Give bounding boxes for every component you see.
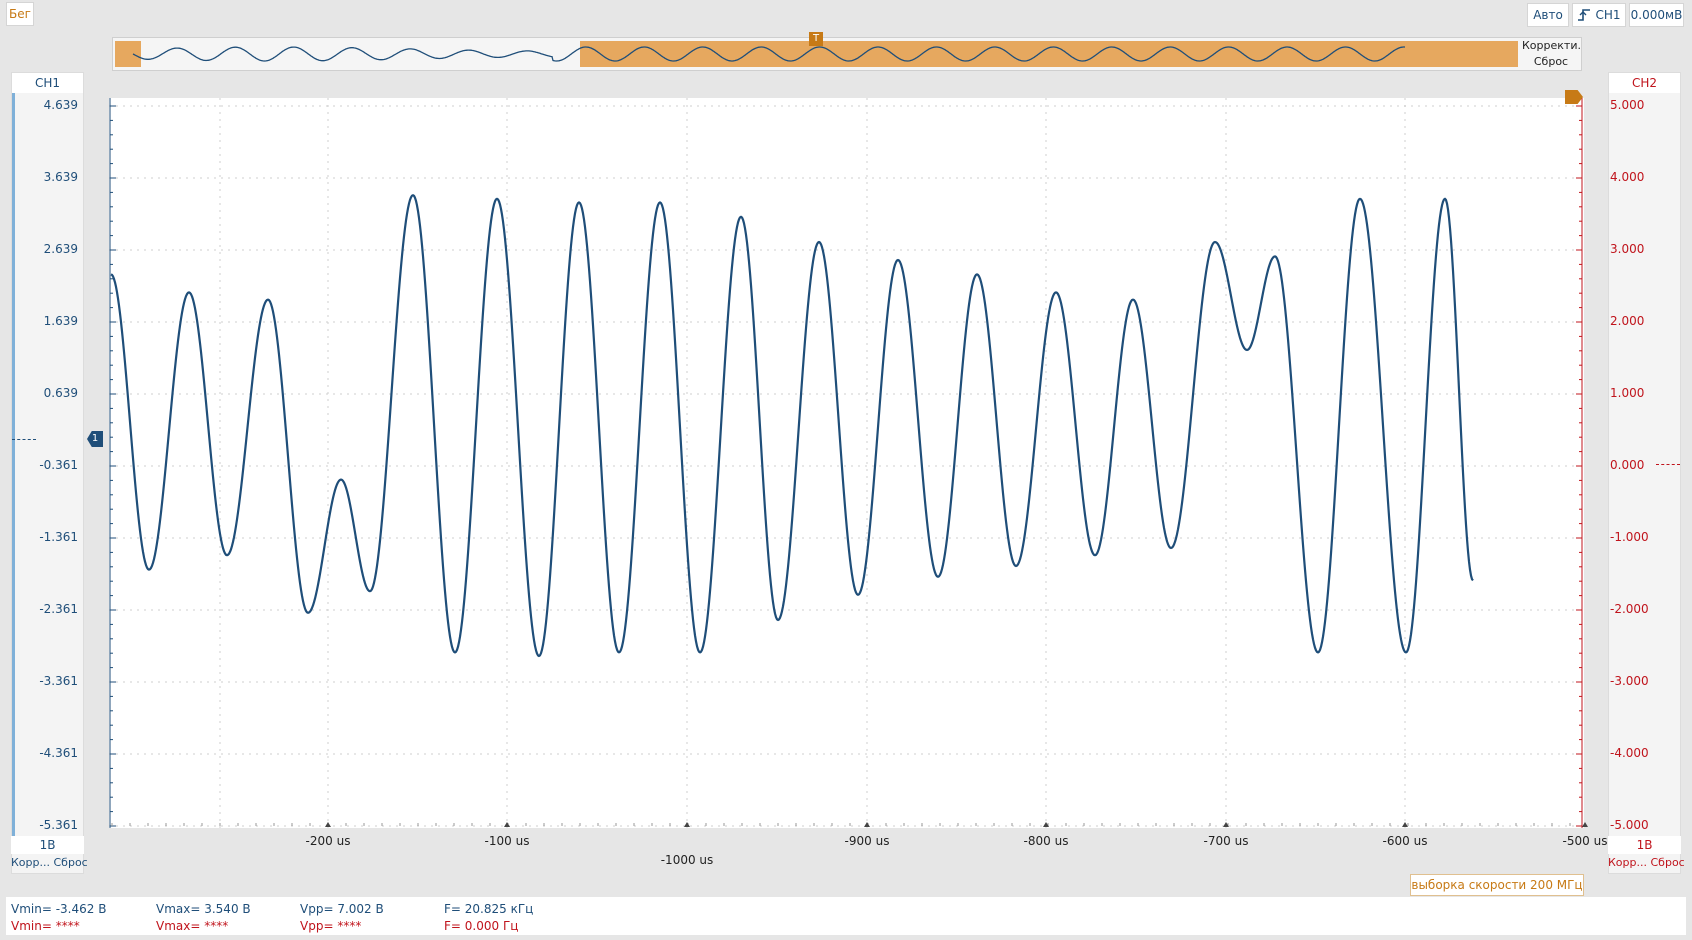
sample-rate-label: выборка скорости 200 МГц (1410, 874, 1584, 896)
ch1-level-marker-icon[interactable]: 1 (87, 431, 103, 447)
overview-adjust-button[interactable]: Корректи... (1522, 39, 1580, 53)
mode-button[interactable]: Авто (1527, 3, 1569, 27)
trigger-level-button[interactable]: 0.000мВ (1629, 3, 1684, 27)
ch1-tick-label: 1.639 (43, 314, 78, 328)
x-tick-arrow (504, 822, 510, 827)
ch1-freq: F= 20.825 кГц (444, 902, 534, 916)
ch2-tick-label: 4.000 (1610, 170, 1645, 184)
overview-left-window (115, 41, 141, 67)
ch2-tick-label: -1.000 (1610, 530, 1649, 544)
x-tick-arrow (325, 822, 331, 827)
measurements-panel (6, 897, 1686, 935)
ch1-vmin: Vmin= -3.462 В (11, 902, 107, 916)
overview-trigger-marker[interactable]: T (809, 32, 823, 46)
ch1-scale-bar (12, 93, 15, 838)
ch2-title[interactable]: CH2 (1609, 73, 1680, 93)
ch2-adjust-button[interactable]: Корр... (1608, 856, 1647, 869)
x-tick-arrow (864, 822, 870, 827)
ch2-vmax: Vmax= **** (156, 919, 229, 933)
x-tick-arrow (1582, 822, 1588, 827)
trigger-edge-icon (1578, 9, 1591, 21)
x-tick-label: -800 us (1023, 834, 1069, 848)
waveform-plot (109, 98, 1584, 828)
x-tick-arrow (1043, 822, 1049, 827)
x-tick-label: -500 us (1562, 834, 1608, 848)
ch1-tick-label: 3.639 (43, 170, 78, 184)
trigger-channel-label: CH1 (1595, 8, 1621, 22)
x-tick-label: -900 us (844, 834, 890, 848)
ch1-adjust-button[interactable]: Корр... (11, 856, 50, 869)
x-tick-label: -100 us (484, 834, 530, 848)
overview-reset-button[interactable]: Сброс (1522, 55, 1580, 69)
x-tick-label: -600 us (1382, 834, 1428, 848)
x-tick-label: -1000 us (660, 853, 714, 867)
ch1-vpp: Vpp= 7.002 В (300, 902, 384, 916)
overview-strip[interactable]: T Корректи... Сброс (112, 32, 1582, 71)
plot-area[interactable] (109, 90, 1584, 828)
ch1-tick-label: -0.361 (39, 458, 78, 472)
x-tick-label: -700 us (1203, 834, 1249, 848)
ch1-tick-label: -5.361 (39, 818, 78, 832)
ch2-tick-label: 0.000 (1610, 458, 1645, 472)
trigger-channel-button[interactable]: CH1 (1572, 3, 1626, 27)
ch1-tick-label: -2.361 (39, 602, 78, 616)
ch2-tick-label: 5.000 (1610, 98, 1645, 112)
ch1-tick-label: 2.639 (43, 242, 78, 256)
x-tick-arrow (1223, 822, 1229, 827)
ch2-tick-label: 2.000 (1610, 314, 1645, 328)
ch2-tick-label: -3.000 (1610, 674, 1649, 688)
ch1-level-line (12, 439, 36, 440)
ch2-scale[interactable]: 1В (1608, 836, 1681, 854)
ch1-reset-button[interactable]: Сброс (54, 856, 88, 869)
ch2-vpp: Vpp= **** (300, 919, 362, 933)
ch2-tick-label: -4.000 (1610, 746, 1649, 760)
ch2-vmin: Vmin= **** (11, 919, 80, 933)
x-tick-label: -200 us (305, 834, 351, 848)
ch1-tick-label: -4.361 (39, 746, 78, 760)
ch1-tick-label: 4.639 (43, 98, 78, 112)
ch2-tick-label: -5.000 (1610, 818, 1649, 832)
run-button[interactable]: Бег (6, 2, 34, 26)
ch2-level-line (1656, 464, 1680, 465)
ch1-adjust-reset[interactable]: Корр... Сброс (11, 856, 91, 869)
ch2-adjust-reset[interactable]: Корр... Сброс (1608, 856, 1690, 869)
ch1-tick-label: 0.639 (43, 386, 78, 400)
ch2-tick-label: -2.000 (1610, 602, 1649, 616)
ch1-scale[interactable]: 1В (11, 836, 84, 854)
overview-view-window (580, 41, 1518, 67)
ch2-freq: F= 0.000 Гц (444, 919, 519, 933)
ch2-tick-label: 3.000 (1610, 242, 1645, 256)
ch2-reset-button[interactable]: Сброс (1651, 856, 1685, 869)
ch1-vmax: Vmax= 3.540 В (156, 902, 251, 916)
ch1-tick-label: -3.361 (39, 674, 78, 688)
ch2-tick-label: 1.000 (1610, 386, 1645, 400)
ch1-title[interactable]: CH1 (12, 73, 83, 93)
x-tick-arrow (684, 822, 690, 827)
x-tick-arrow (1402, 822, 1408, 827)
ch1-trace (110, 194, 1474, 658)
ch1-tick-label: -1.361 (39, 530, 78, 544)
